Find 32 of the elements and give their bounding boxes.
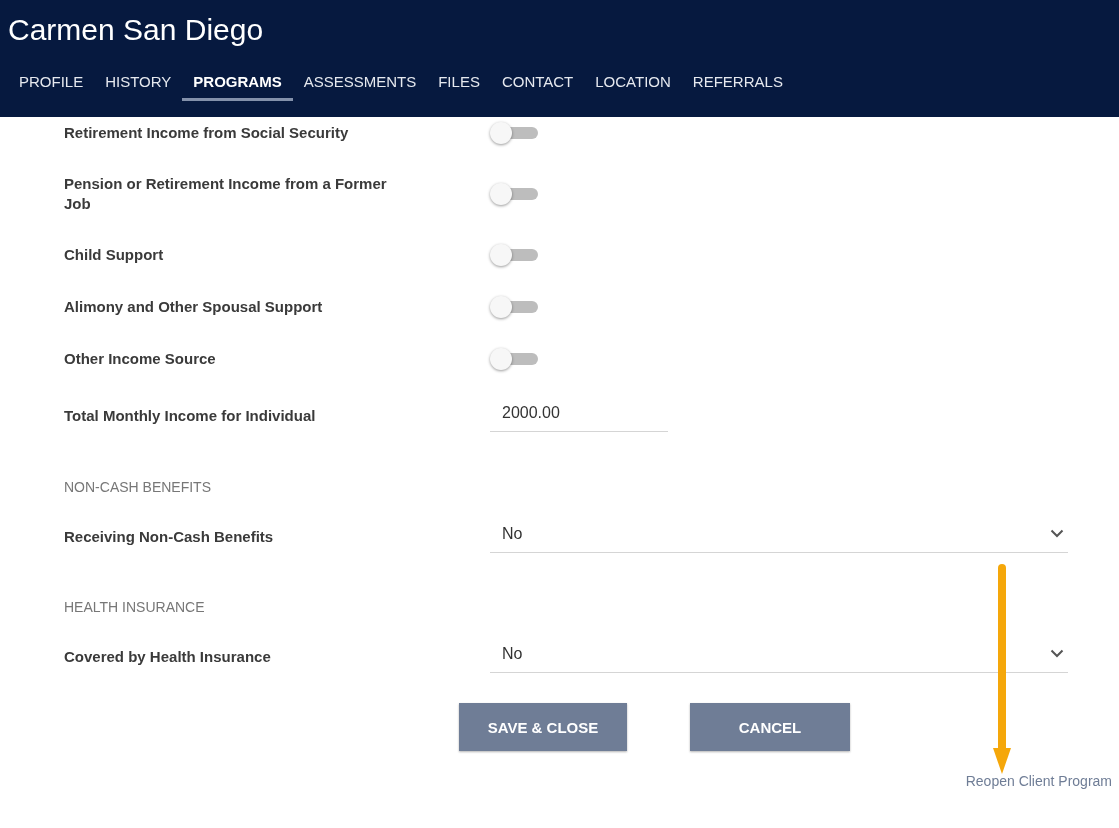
toggle-switch[interactable]	[490, 296, 538, 318]
chevron-down-icon	[1050, 529, 1064, 538]
dropdown-field[interactable]: No	[490, 641, 1068, 673]
section-heading: HEALTH INSURANCE	[64, 599, 205, 615]
field-label: Covered by Health Insurance	[64, 647, 272, 667]
toggle-switch[interactable]	[490, 244, 538, 266]
chevron-down-icon	[1050, 649, 1064, 658]
field-label: Alimony and Other Spousal Support	[64, 297, 324, 317]
cancel-button[interactable]: CANCEL	[690, 703, 850, 751]
input-field[interactable]: 2000.00	[490, 400, 668, 432]
field-label: Receiving Non-Cash Benefits	[64, 527, 275, 547]
tab[interactable]: ASSESSMENTS	[292, 73, 428, 101]
tab[interactable]: LOCATION	[584, 73, 682, 101]
save-close-button[interactable]: SAVE & CLOSE	[459, 703, 627, 751]
tab[interactable]: CONTACT	[490, 73, 585, 101]
dropdown-field[interactable]: No	[490, 521, 1068, 553]
field-label: Child Support	[64, 245, 165, 265]
tab[interactable]: HISTORY	[94, 73, 183, 101]
toggle-switch[interactable]	[490, 348, 538, 370]
tab[interactable]: PROGRAMS	[182, 73, 293, 101]
tab[interactable]: REFERRALS	[681, 73, 794, 101]
field-label: Other Income Source	[64, 349, 217, 369]
client-name: Carmen San Diego	[8, 12, 264, 48]
toggle-switch[interactable]	[490, 122, 538, 144]
reopen-link[interactable]: Reopen Client Program	[965, 773, 1112, 789]
field-label: Retirement Income from Social Security	[64, 123, 350, 143]
toggle-switch[interactable]	[490, 183, 538, 205]
field-label: Pension or Retirement Income from a Former Job	[64, 174, 388, 214]
tab[interactable]: FILES	[427, 73, 491, 101]
field-label: Total Monthly Income for Individual	[64, 406, 317, 426]
section-heading: NON-CASH BENEFITS	[64, 479, 211, 495]
tab[interactable]: PROFILE	[8, 73, 95, 101]
